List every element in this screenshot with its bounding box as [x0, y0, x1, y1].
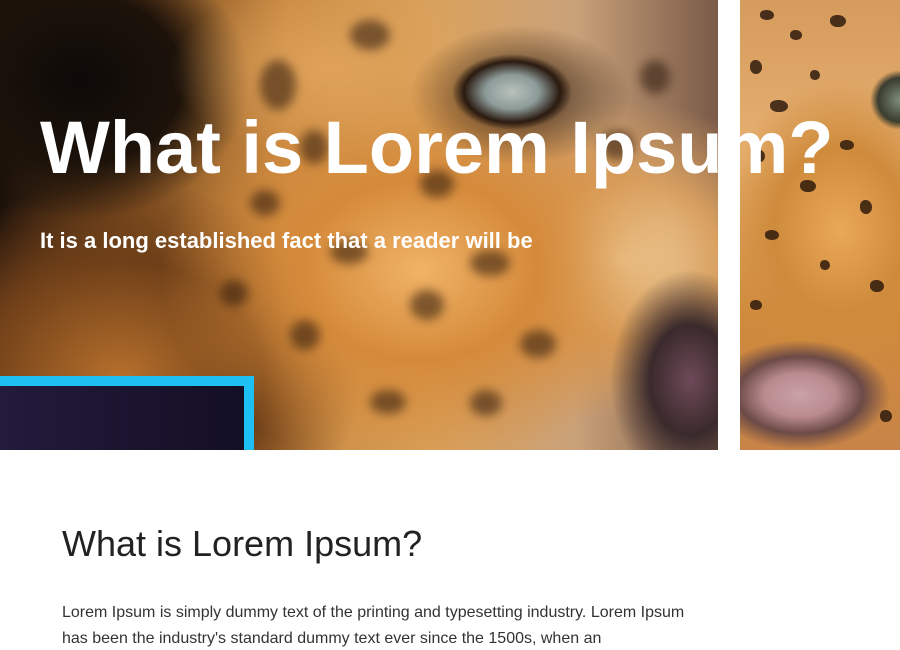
- hero-accent-box: [0, 376, 254, 450]
- content-section: What is Lorem Ipsum? Lorem Ipsum is simp…: [62, 450, 722, 650]
- page: What is Lorem Ipsum? It is a long establ…: [0, 0, 900, 650]
- hero-image-sharp: [740, 0, 900, 450]
- content-heading: What is Lorem Ipsum?: [62, 523, 423, 564]
- hero-banner: What is Lorem Ipsum? It is a long establ…: [0, 0, 900, 450]
- content-body: Lorem Ipsum is simply dummy text of the …: [62, 604, 685, 647]
- hero-divider: [718, 0, 740, 450]
- hero-subtitle: It is a long established fact that a rea…: [40, 228, 533, 253]
- hero-title: What is Lorem Ipsum?: [40, 106, 834, 189]
